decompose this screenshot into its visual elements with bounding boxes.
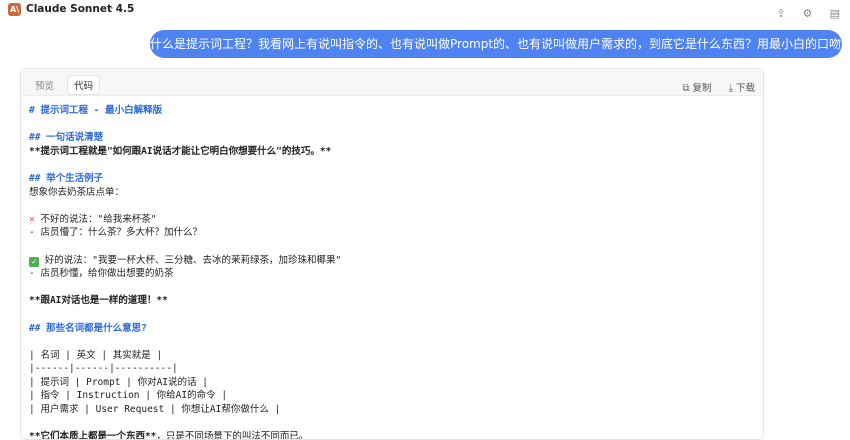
code-line-good-example: ✓ 好的说法："我要一杯大杯、三分糖、去冰的茉莉绿茶，加珍珠和椰果" (29, 254, 749, 268)
check-mark-icon: ✓ (29, 256, 39, 267)
tab-code[interactable]: 代码 (67, 75, 101, 95)
code-line: - 店员懵了：什么茶？多大杯？加什么？ (29, 227, 202, 239)
share-icon[interactable]: ⇪ (776, 7, 785, 20)
code-line-table: | 指令 | Instruction | 你给AI的命令 | (29, 390, 228, 402)
code-line-bold-part: **它们本质上都是一个东西** (29, 431, 157, 440)
copy-button[interactable]: ⧉ 复制 (682, 80, 711, 94)
code-line-summary: **它们本质上都是一个东西**，只是不同场景下的叫法不同而已。 (29, 430, 749, 440)
app-logo-icon: A\ (8, 3, 21, 16)
code-line-text: ，只是不同场景下的叫法不同而已。 (156, 431, 309, 440)
code-line-table: | 提示词 | Prompt | 你对AI说的话 | (29, 376, 208, 388)
download-icon: ⤓ (728, 83, 733, 94)
download-label: 下载 (735, 83, 755, 94)
code-line-text: 好的说法："我要一杯大杯、三分糖、去冰的茉莉绿茶，加珍珠和椰果" (44, 254, 342, 266)
artifact-card: 预览 代码 ⧉ 复制 ⤓ 下载 # 提示词工程 - 最小白解释版 ## 一句话说清楚… (20, 68, 764, 440)
code-line-bad-example: ✕ 不好的说法："给我来杯茶" (29, 213, 749, 227)
code-line-bold: **提示词工程就是"如何跟AI说话才能让它明白你想要什么"的技巧。** (29, 145, 332, 157)
code-line-table: |------|------|----------| (29, 363, 178, 375)
artifact-actions: ⧉ 复制 ⤓ 下载 (670, 76, 755, 95)
tab-preview[interactable]: 预览 (29, 76, 60, 94)
code-line-bold: **跟AI对话也是一样的道理！** (29, 295, 168, 307)
download-button[interactable]: ⤓ 下载 (729, 80, 755, 94)
artifact-tabs: 预览 代码 (29, 74, 102, 95)
title-bar: A\ Claude Sonnet 4.5 ⌄ ⇪ ⚙ ▤ (0, 0, 850, 20)
code-line-heading: # 提示词工程 - 最小白解释版 (29, 105, 163, 116)
code-content: # 提示词工程 - 最小白解释版 ## 一句话说清楚 **提示词工程就是"如何跟… (29, 104, 749, 440)
copy-label: 复制 (692, 83, 712, 94)
code-line-subheading: ## 一句话说清楚 (29, 132, 104, 144)
code-line-subheading: ## 那些名词都是什么意思? (29, 322, 147, 334)
chevron-down-icon[interactable]: ⌄ (108, 2, 116, 12)
document-icon[interactable]: ▤ (830, 7, 840, 20)
artifact-header: 预览 代码 ⧉ 复制 ⤓ 下载 (21, 69, 763, 96)
code-line-subheading: ## 举个生活例子 (29, 172, 104, 184)
code-line: - 店员秒懂，给你做出想要的奶茶 (29, 268, 174, 280)
copy-icon: ⧉ (682, 83, 690, 94)
code-line-table: | 用户需求 | User Request | 你想让AI帮你做什么 | (29, 404, 281, 416)
top-actions: ⇪ ⚙ ▤ (764, 2, 840, 21)
code-line-table: | 名词 | 英文 | 其实就是 | (29, 349, 163, 361)
code-line: 想象你去奶茶店点单： (29, 186, 125, 198)
settings-icon[interactable]: ⚙ (803, 7, 813, 20)
code-line-text: 不好的说法："给我来杯茶" (40, 213, 157, 225)
cross-mark-icon: ✕ (29, 213, 35, 225)
user-message-bubble: 什么是提示词工程？我看网上有说叫指令的、也有说叫做Prompt的、也有说叫做用户… (150, 30, 842, 58)
model-selector[interactable]: Claude Sonnet 4.5 (26, 3, 134, 15)
